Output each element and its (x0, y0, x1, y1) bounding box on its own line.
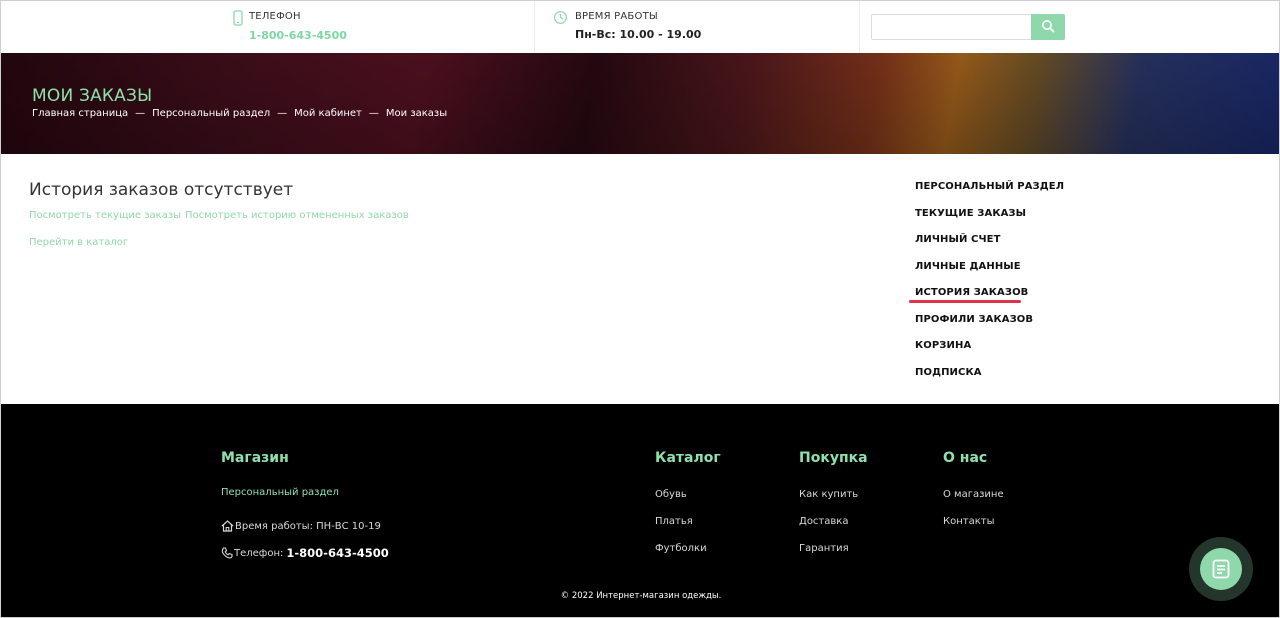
search-button[interactable] (1031, 14, 1065, 40)
footer-heading-shop: Магазин (221, 450, 289, 466)
header-divider (534, 1, 535, 53)
search-form (871, 14, 1065, 40)
phone-label: ТЕЛЕФОН (249, 11, 301, 22)
footer-link-shoes[interactable]: Обувь (655, 489, 721, 516)
footer-link-dresses[interactable]: Платья (655, 516, 721, 543)
account-side-menu: ПЕРСОНАЛЬНЫЙ РАЗДЕЛ ТЕКУЩИЕ ЗАКАЗЫ ЛИЧНЫ… (909, 181, 1064, 394)
menu-item-order-profiles[interactable]: ПРОФИЛИ ЗАКАЗОВ (915, 314, 1064, 341)
footer-link-contacts[interactable]: Контакты (943, 516, 1004, 543)
footer-link-delivery[interactable]: Доставка (799, 516, 868, 543)
footer-heading-purchase: Покупка (799, 450, 868, 466)
chat-button-inner (1200, 548, 1242, 590)
empty-orders-heading: История заказов отсутствует (29, 180, 294, 200)
catalog-link[interactable]: Перейти в каталог (29, 237, 128, 248)
breadcrumb-separator: — (368, 108, 379, 119)
home-icon (221, 520, 234, 532)
menu-item-personal-data[interactable]: ЛИЧНЫЕ ДАННЫЕ (915, 261, 1064, 288)
breadcrumb-personal[interactable]: Персональный раздел (152, 108, 270, 119)
menu-item-personal[interactable]: ПЕРСОНАЛЬНЫЙ РАЗДЕЛ (915, 181, 1064, 208)
cancelled-orders-link[interactable]: Посмотреть историю отмененных заказов (185, 210, 409, 221)
page-banner: МОИ ЗАКАЗЫ Главная страница — Персональн… (1, 53, 1279, 154)
footer-catalog-list: Обувь Платья Футболки (655, 489, 721, 570)
hours-label: ВРЕМЯ РАБОТЫ (575, 11, 658, 22)
page: ТЕЛЕФОН 1-800-643-4500 ВРЕМЯ РАБОТЫ Пн-В… (0, 0, 1280, 618)
top-header: ТЕЛЕФОН 1-800-643-4500 ВРЕМЯ РАБОТЫ Пн-В… (1, 1, 1279, 53)
footer-link-warranty[interactable]: Гарантия (799, 543, 868, 570)
chat-icon (1212, 559, 1230, 579)
breadcrumb-separator: — (135, 108, 146, 119)
active-underline (909, 300, 1021, 303)
breadcrumb: Главная страница — Персональный раздел —… (32, 108, 447, 119)
footer-link-tshirts[interactable]: Футболки (655, 543, 721, 570)
banner-overlay (1, 53, 1279, 154)
footer-link-about-shop[interactable]: О магазине (943, 489, 1004, 516)
current-orders-link[interactable]: Посмотреть текущие заказы (29, 210, 181, 221)
footer-hours-text: Время работы: ПН-ВС 10-19 (235, 520, 381, 532)
breadcrumb-separator: — (277, 108, 288, 119)
phone-handset-icon (221, 547, 233, 559)
copyright: © 2022 Интернет-магазин одежды. (560, 591, 722, 601)
chat-button[interactable] (1189, 537, 1253, 601)
breadcrumb-home[interactable]: Главная страница (32, 108, 128, 119)
phone-number-link[interactable]: 1-800-643-4500 (249, 29, 347, 42)
main-content: История заказов отсутствует Посмотреть т… (1, 154, 1279, 404)
footer-about-list: О магазине Контакты (943, 489, 1004, 543)
search-input[interactable] (871, 14, 1032, 40)
footer-heading-about: О нас (943, 450, 988, 466)
footer-purchase-column: Покупка Как купить Доставка Гарантия (799, 450, 868, 570)
menu-item-account[interactable]: ЛИЧНЫЙ СЧЕТ (915, 234, 1064, 261)
page-title: МОИ ЗАКАЗЫ (32, 86, 153, 106)
footer-hours: Время работы: ПН-ВС 10-19 (221, 520, 381, 532)
footer-shop-column: Магазин Персональный раздел Время работы… (221, 450, 389, 560)
breadcrumb-cabinet[interactable]: Мой кабинет (294, 108, 362, 119)
menu-item-order-history[interactable]: ИСТОРИЯ ЗАКАЗОВ (909, 287, 1064, 314)
breadcrumb-current: Мои заказы (385, 108, 448, 119)
footer-heading-catalog: Каталог (655, 450, 721, 466)
menu-item-cart[interactable]: КОРЗИНА (915, 340, 1064, 367)
menu-item-subscription[interactable]: ПОДПИСКА (915, 367, 1064, 394)
footer-about-column: О нас О магазине Контакты (943, 450, 1004, 543)
footer-personal-link[interactable]: Персональный раздел (221, 487, 339, 498)
clock-icon (553, 10, 568, 25)
header-divider (859, 1, 860, 53)
menu-item-current-orders[interactable]: ТЕКУЩИЕ ЗАКАЗЫ (915, 208, 1064, 235)
phone-icon (233, 10, 243, 26)
footer-phone-value[interactable]: 1-800-643-4500 (286, 546, 388, 560)
footer-link-how-to-buy[interactable]: Как купить (799, 489, 868, 516)
menu-item-label: ИСТОРИЯ ЗАКАЗОВ (915, 287, 1029, 298)
hours-value: Пн-Вс: 10.00 - 19.00 (575, 28, 702, 41)
footer-phone-label: Телефон: (234, 547, 284, 559)
site-footer: Магазин Персональный раздел Время работы… (1, 404, 1279, 617)
footer-purchase-list: Как купить Доставка Гарантия (799, 489, 868, 570)
footer-phone: Телефон: 1-800-643-4500 (221, 546, 389, 560)
footer-catalog-column: Каталог Обувь Платья Футболки (655, 450, 721, 570)
search-icon (1042, 19, 1055, 32)
